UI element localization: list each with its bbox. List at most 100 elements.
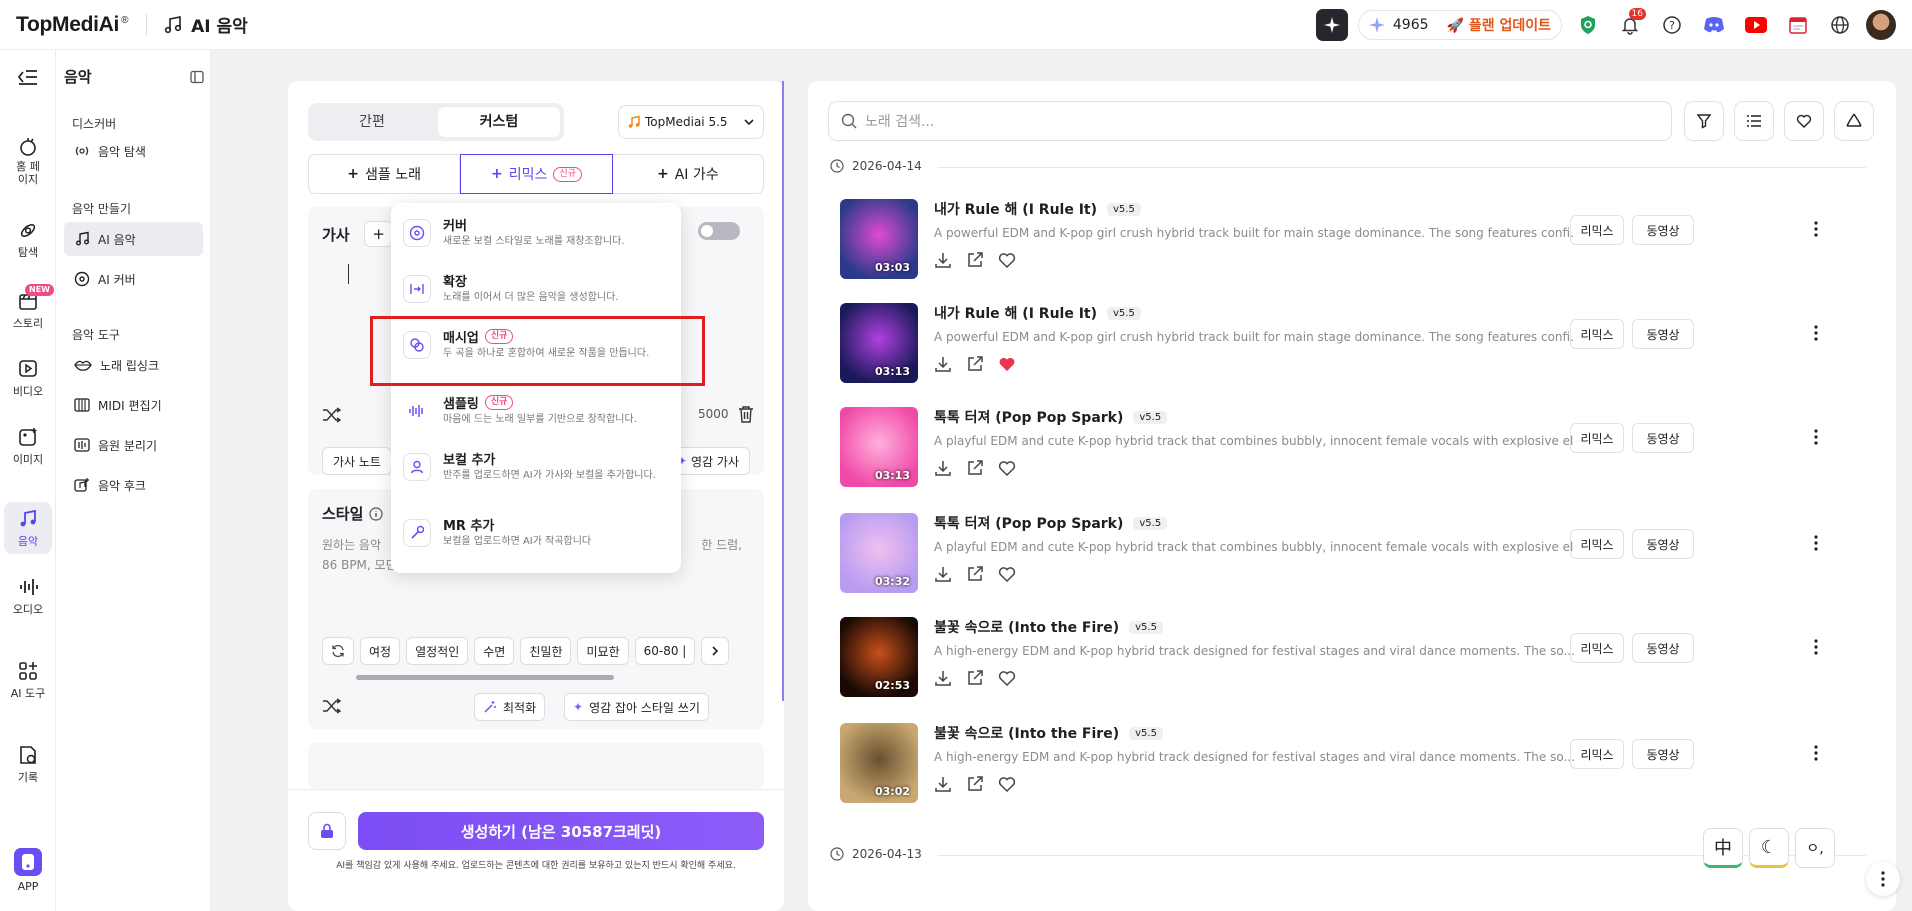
nav-app[interactable]: APP xyxy=(4,848,52,898)
video-button[interactable]: 동영상 xyxy=(1632,739,1694,769)
upgrade-plan-link[interactable]: 🚀 플랜 업데이트 xyxy=(1447,15,1551,35)
like-heart-icon[interactable] xyxy=(998,775,1016,793)
chinese-input-button[interactable]: 中 xyxy=(1703,828,1743,868)
nav-ai-tools[interactable]: AI 도구 xyxy=(4,660,52,704)
add-lyrics-button[interactable]: + xyxy=(363,221,394,247)
more-vertical-icon[interactable] xyxy=(1814,535,1818,551)
share-icon[interactable] xyxy=(966,459,984,477)
like-heart-icon[interactable] xyxy=(998,459,1016,477)
song-cover-art[interactable]: 03:13 xyxy=(840,303,918,383)
subnav-item-ai-cover[interactable]: AI 커버 xyxy=(64,262,203,296)
download-icon[interactable] xyxy=(934,669,952,687)
video-button[interactable]: 동영상 xyxy=(1632,319,1694,349)
calendar-icon[interactable] xyxy=(1782,9,1814,41)
list-view-button[interactable] xyxy=(1734,101,1774,141)
youtube-icon[interactable] xyxy=(1740,9,1772,41)
remix-button[interactable]: 리믹스 xyxy=(1570,319,1624,349)
download-icon[interactable] xyxy=(934,355,952,373)
collapse-nav-button[interactable] xyxy=(4,68,52,96)
generate-button[interactable]: 생성하기 (남은 30587크레딧) xyxy=(358,812,764,850)
optimize-button[interactable]: 최적화 xyxy=(474,693,546,721)
share-icon[interactable] xyxy=(966,355,984,373)
more-vertical-icon[interactable] xyxy=(1814,639,1818,655)
remix-button[interactable]: 리믹스 xyxy=(1570,215,1624,245)
song-title[interactable]: 톡톡 터져 (Pop Pop Spark) v5.5 xyxy=(934,513,1168,533)
model-select[interactable]: TopMediai 5.5 xyxy=(618,105,764,139)
song-title[interactable]: 불꽃 속으로 (Into the Fire) v5.5 xyxy=(934,723,1163,743)
video-button[interactable]: 동영상 xyxy=(1632,215,1694,245)
app-logo[interactable]: TopMediAi ® xyxy=(16,13,128,37)
style-chip[interactable]: 여정 xyxy=(360,637,401,665)
subnav-item-ai-music[interactable]: AI 음악 xyxy=(64,222,203,256)
style-chip[interactable]: 친밀한 xyxy=(520,637,572,665)
song-row[interactable]: 03:13 내가 Rule 해 (I Rule It) v5.5 A powerful… xyxy=(840,303,1866,383)
language-globe-icon[interactable] xyxy=(1824,9,1856,41)
remix-button[interactable]: 리믹스 xyxy=(1570,633,1624,663)
shuffle-icon[interactable] xyxy=(322,407,342,423)
download-icon[interactable] xyxy=(934,251,952,269)
subnav-item-lipsync[interactable]: 노래 립싱크 xyxy=(64,348,203,382)
nav-explore[interactable]: 탐색 xyxy=(4,220,52,260)
subnav-item-music-explore[interactable]: 음악 탐색 xyxy=(64,134,203,168)
song-title[interactable]: 불꽃 속으로 (Into the Fire) v5.5 xyxy=(934,617,1163,637)
style-chip[interactable]: 열정적인 xyxy=(406,637,469,665)
punctuation-button[interactable]: ㅇ, xyxy=(1795,828,1835,868)
notification-bell-icon[interactable]: 16 xyxy=(1614,8,1646,41)
menu-item-add-vocal[interactable]: 보컬 추가 반주를 업로드하면 AI가 가사와 보컬을 추가합니다. xyxy=(403,447,673,507)
subnav-item-separator[interactable]: 음원 분리기 xyxy=(64,428,203,462)
nav-video[interactable]: 비디오 xyxy=(4,358,52,402)
more-vertical-icon[interactable] xyxy=(1814,429,1818,445)
tab-remix[interactable]: + 리믹스 신규 xyxy=(460,154,613,194)
download-icon[interactable] xyxy=(934,459,952,477)
like-heart-icon[interactable] xyxy=(998,669,1016,687)
more-vertical-icon[interactable] xyxy=(1814,325,1818,341)
filter-button[interactable] xyxy=(1684,101,1724,141)
chips-scrollbar[interactable] xyxy=(356,675,614,680)
tab-sample-song[interactable]: + 샘플 노래 xyxy=(309,155,461,193)
style-chip[interactable]: 60-80 | xyxy=(634,637,696,665)
dark-mode-button[interactable]: ☾ xyxy=(1749,828,1789,868)
like-heart-icon[interactable] xyxy=(998,565,1016,583)
info-icon[interactable] xyxy=(369,506,384,521)
song-cover-art[interactable]: 03:13 xyxy=(840,407,918,487)
panel-scrollbar[interactable] xyxy=(782,81,784,701)
user-avatar[interactable] xyxy=(1866,10,1896,40)
help-icon[interactable]: ? xyxy=(1656,9,1688,41)
nav-music[interactable]: 음악 xyxy=(4,502,52,554)
download-icon[interactable] xyxy=(934,775,952,793)
collapse-panel-icon[interactable] xyxy=(190,70,204,84)
song-row[interactable]: 02:53 불꽃 속으로 (Into the Fire) v5.5 A high-en… xyxy=(840,617,1866,697)
song-search-input[interactable]: 노래 검색... xyxy=(828,101,1672,141)
inspire-style-button[interactable]: ✦ 영감 잡아 스타일 쓰기 xyxy=(564,693,709,721)
nav-audio[interactable]: 오디오 xyxy=(4,576,52,620)
refresh-chips-button[interactable] xyxy=(322,637,354,665)
nav-home[interactable]: 홈 페이지 xyxy=(4,136,52,186)
remix-button[interactable]: 리믹스 xyxy=(1570,423,1624,453)
ai-sparkle-button[interactable] xyxy=(1315,9,1348,41)
subnav-item-hook[interactable]: 음악 후크 xyxy=(64,468,203,502)
instrumental-toggle[interactable] xyxy=(698,222,740,240)
like-heart-icon[interactable] xyxy=(998,355,1016,373)
song-title[interactable]: 내가 Rule 해 (I Rule It) v5.5 xyxy=(934,199,1141,219)
song-title[interactable]: 톡톡 터져 (Pop Pop Spark) v5.5 xyxy=(934,407,1168,427)
discord-icon[interactable] xyxy=(1698,9,1730,41)
chips-next-button[interactable] xyxy=(701,637,730,665)
shuffle-icon[interactable] xyxy=(322,698,342,714)
song-row[interactable]: 03:02 불꽃 속으로 (Into the Fire) v5.5 A high-en… xyxy=(840,723,1866,803)
song-row[interactable]: 03:32 톡톡 터져 (Pop Pop Spark) v5.5 A playful … xyxy=(840,513,1866,593)
song-row[interactable]: 03:13 톡톡 터져 (Pop Pop Spark) v5.5 A playful … xyxy=(840,407,1866,487)
menu-item-sampling[interactable]: 샘플링 신규 마음에 드는 노래 일부를 기반으로 창작합니다. xyxy=(403,391,673,443)
more-options-button[interactable] xyxy=(1866,862,1900,896)
tab-ai-singer[interactable]: + AI 가수 xyxy=(613,155,763,193)
share-icon[interactable] xyxy=(966,775,984,793)
song-cover-art[interactable]: 03:32 xyxy=(840,513,918,593)
more-vertical-icon[interactable] xyxy=(1814,745,1818,761)
favorites-button[interactable] xyxy=(1784,101,1824,141)
lyrics-note-button[interactable]: 가사 노트 xyxy=(322,447,392,475)
credits-pill[interactable]: 4965 🚀 플랜 업데이트 xyxy=(1357,10,1562,40)
video-button[interactable]: 동영상 xyxy=(1632,423,1694,453)
recycle-bin-button[interactable] xyxy=(1834,101,1874,141)
nav-history[interactable]: 기록 xyxy=(4,744,52,788)
trash-icon[interactable] xyxy=(738,405,754,423)
security-shield-icon[interactable] xyxy=(1572,9,1604,41)
